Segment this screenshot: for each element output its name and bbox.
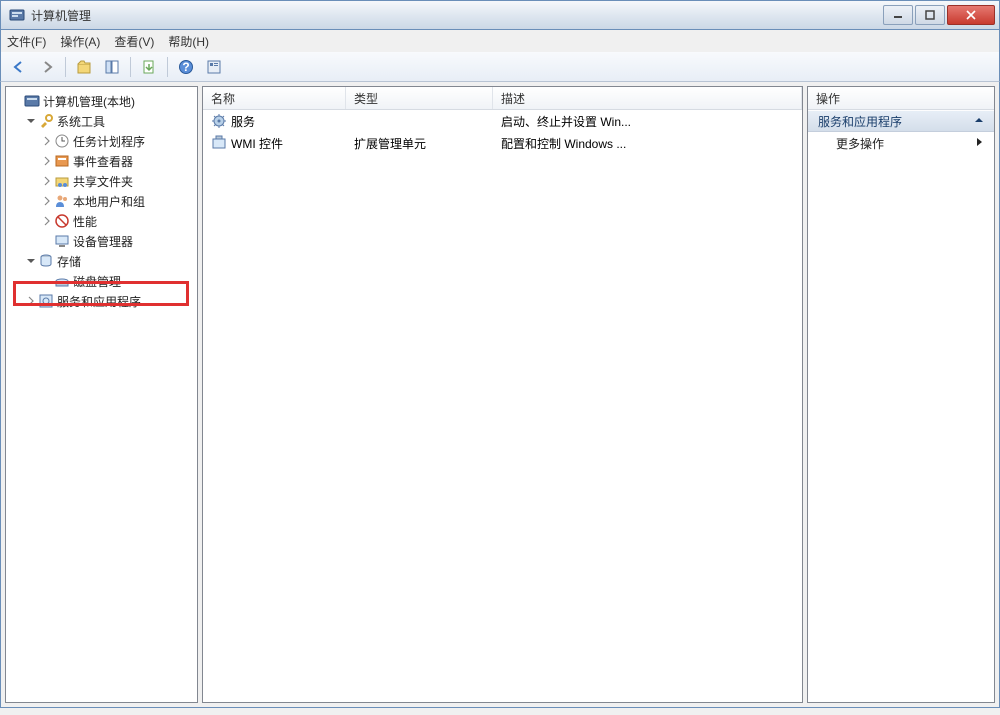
title-bar: 计算机管理 [0,0,1000,30]
tree-label: 计算机管理(本地) [43,93,135,110]
expander-open-icon[interactable] [24,254,38,268]
menu-help[interactable]: 帮助(H) [168,33,209,50]
help-button[interactable]: ? [174,55,198,79]
main-area: 计算机管理(本地) 系统工具 任务计划程序 [0,82,1000,708]
list-row-wmi[interactable]: WMI 控件 扩展管理单元 配置和控制 Windows ... [203,132,802,154]
collapse-up-icon[interactable] [974,114,984,128]
expander-closed-icon[interactable] [40,214,54,228]
expander-blank [40,274,54,288]
show-tree-button[interactable] [100,55,124,79]
tree-label: 性能 [73,213,97,230]
tree-pane: 计算机管理(本地) 系统工具 任务计划程序 [5,86,198,703]
tree-storage[interactable]: 存储 [8,251,195,271]
shared-folder-icon [54,173,70,189]
list-body: 服务 启动、终止并设置 Win... WMI 控件 扩展管理单元 配置和控制 W… [203,110,802,702]
actions-section-label: 服务和应用程序 [818,113,902,130]
menu-file[interactable]: 文件(F) [7,33,46,50]
services-apps-icon [38,293,54,309]
tree-performance[interactable]: 性能 [8,211,195,231]
expander-closed-icon[interactable] [40,154,54,168]
cell-name: WMI 控件 [231,135,283,152]
tree-root[interactable]: 计算机管理(本地) [8,91,195,111]
tree-label: 本地用户和组 [73,193,145,210]
tree-system-tools[interactable]: 系统工具 [8,111,195,131]
cell-name: 服务 [231,113,255,130]
tree-label: 任务计划程序 [73,133,145,150]
expander-blank [40,234,54,248]
actions-header: 操作 [808,87,994,110]
submenu-arrow-icon [976,136,984,150]
minimize-button[interactable] [883,5,913,25]
tree-label: 存储 [57,253,81,270]
expander-closed-icon[interactable] [24,294,38,308]
users-icon [54,193,70,209]
tree-disk-management[interactable]: 磁盘管理 [8,271,195,291]
svg-text:?: ? [182,60,189,74]
tree-device-manager[interactable]: 设备管理器 [8,231,195,251]
expander-closed-icon[interactable] [40,174,54,188]
back-button[interactable] [7,55,31,79]
window-title: 计算机管理 [31,7,881,24]
forward-button[interactable] [35,55,59,79]
cell-desc: 配置和控制 Windows ... [493,135,802,152]
close-button[interactable] [947,5,995,25]
menu-view[interactable]: 查看(V) [114,33,154,50]
expander-closed-icon[interactable] [40,134,54,148]
column-type[interactable]: 类型 [346,87,493,109]
tree-label: 服务和应用程序 [57,293,141,310]
toolbar-separator [167,57,168,77]
tree-task-scheduler[interactable]: 任务计划程序 [8,131,195,151]
toolbar: ? [0,52,1000,82]
tree-event-viewer[interactable]: 事件查看器 [8,151,195,171]
tree-services-apps[interactable]: 服务和应用程序 [8,291,195,311]
export-button[interactable] [137,55,161,79]
maximize-button[interactable] [915,5,945,25]
column-desc[interactable]: 描述 [493,87,802,109]
event-icon [54,153,70,169]
actions-more-link[interactable]: 更多操作 [808,132,994,154]
tree-shared-folders[interactable]: 共享文件夹 [8,171,195,191]
tree-label: 系统工具 [57,113,105,130]
toolbar-separator [130,57,131,77]
list-header: 名称 类型 描述 [203,87,802,110]
tree-label: 事件查看器 [73,153,133,170]
column-name[interactable]: 名称 [203,87,346,109]
expander-closed-icon[interactable] [40,194,54,208]
tree-label: 设备管理器 [73,233,133,250]
computer-icon [24,93,40,109]
cell-desc: 启动、终止并设置 Win... [493,113,802,130]
list-row-services[interactable]: 服务 启动、终止并设置 Win... [203,110,802,132]
cell-type: 扩展管理单元 [346,135,493,152]
performance-icon [54,213,70,229]
app-icon [9,7,25,23]
menu-bar: 文件(F) 操作(A) 查看(V) 帮助(H) [0,30,1000,52]
tree-label: 磁盘管理 [73,273,121,290]
tree-label: 共享文件夹 [73,173,133,190]
actions-pane: 操作 服务和应用程序 更多操作 [807,86,995,703]
actions-section-title[interactable]: 服务和应用程序 [808,110,994,132]
expander-open-icon[interactable] [24,114,38,128]
wmi-icon [211,135,227,151]
properties-button[interactable] [202,55,226,79]
toolbar-separator [65,57,66,77]
up-button[interactable] [72,55,96,79]
actions-more-label: 更多操作 [836,135,884,152]
services-gear-icon [211,113,227,129]
clock-icon [54,133,70,149]
tools-icon [38,113,54,129]
menu-action[interactable]: 操作(A) [60,33,100,50]
device-icon [54,233,70,249]
tree-local-users[interactable]: 本地用户和组 [8,191,195,211]
disk-icon [54,273,70,289]
expander-icon[interactable] [10,94,24,108]
list-pane: 名称 类型 描述 服务 启动、终止并设置 Win... [202,86,803,703]
storage-icon [38,253,54,269]
